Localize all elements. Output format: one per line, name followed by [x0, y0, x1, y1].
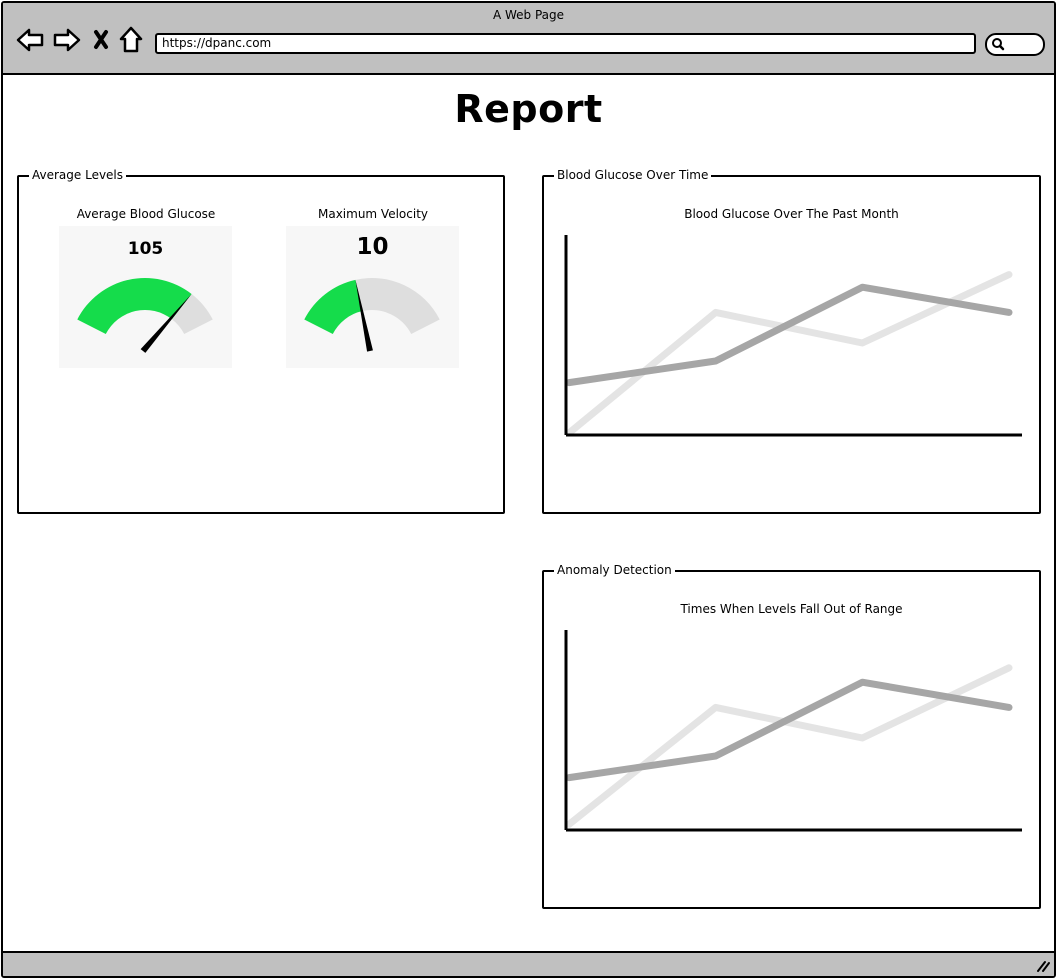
- browser-toolbar: A Web Page https://dpanc.com: [3, 3, 1054, 75]
- series-line-1: [565, 283, 1013, 387]
- status-bar: [3, 951, 1054, 976]
- gauge-max-velocity: 10: [286, 226, 459, 368]
- gauge-blood-glucose: 105: [59, 226, 232, 368]
- search-icon: [992, 38, 1005, 51]
- glucose-over-time-panel: Blood Glucose Over Time Blood Glucose Ov…: [542, 167, 1041, 514]
- back-icon[interactable]: [15, 25, 45, 55]
- series-line-1: [565, 678, 1013, 782]
- gauge-label-max-velocity: Maximum Velocity: [317, 207, 428, 221]
- gauge-value-blood-glucose: 105: [127, 239, 164, 259]
- page-title: Report: [454, 87, 603, 131]
- gauge-label-blood-glucose: Average Blood Glucose: [76, 207, 216, 221]
- anomaly-detection-panel: Anomaly Detection Times When Levels Fall…: [542, 562, 1041, 909]
- forward-icon[interactable]: [52, 25, 82, 55]
- glucose-line-chart: [564, 235, 1022, 437]
- average-levels-legend: Average Levels: [29, 167, 127, 183]
- average-levels-panel: Average Levels Average Blood Glucose 105…: [17, 167, 505, 514]
- gauge-track: [355, 278, 440, 335]
- search-box[interactable]: [985, 33, 1045, 56]
- gauge-fill: [77, 278, 192, 335]
- anomaly-line-chart: [564, 630, 1022, 832]
- close-icon[interactable]: [90, 25, 120, 55]
- home-icon[interactable]: [117, 25, 147, 55]
- series-line-0: [565, 664, 1013, 828]
- url-input[interactable]: https://dpanc.com: [155, 33, 976, 54]
- gauge-value-max-velocity: 10: [356, 234, 389, 260]
- gauge-fill: [304, 279, 363, 335]
- window-title: A Web Page: [492, 8, 565, 22]
- browser-window: A Web Page https://dpanc.com Report Aver…: [1, 1, 1056, 978]
- resize-grip-icon[interactable]: [1036, 958, 1050, 972]
